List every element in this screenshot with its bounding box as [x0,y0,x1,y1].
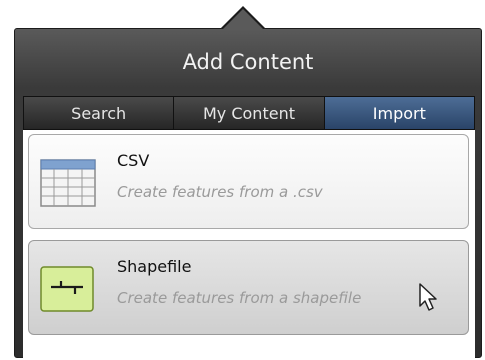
add-content-panel: Add Content Search My Content Import CSV… [14,28,482,360]
option-description: Create features from a shapefile [117,289,362,307]
table-icon [39,157,97,209]
tab-bar: Search My Content Import [23,96,475,130]
tab-my-content[interactable]: My Content [174,97,325,129]
shapefile-import-option[interactable]: Shapefile Create features from a shapefi… [28,240,469,335]
shapefile-icon [39,263,97,315]
option-description: Create features from a .csv [117,183,323,201]
popover-arrow-fill [222,9,264,30]
tab-import[interactable]: Import [324,97,474,129]
tab-search[interactable]: Search [24,97,175,129]
import-options-list: CSV Create features from a .csv Shapefil… [23,130,475,360]
mouse-pointer-icon [418,282,442,314]
option-title: CSV [117,151,150,170]
panel-title: Add Content [182,50,314,74]
option-title: Shapefile [117,257,192,276]
csv-import-option[interactable]: CSV Create features from a .csv [28,134,469,229]
